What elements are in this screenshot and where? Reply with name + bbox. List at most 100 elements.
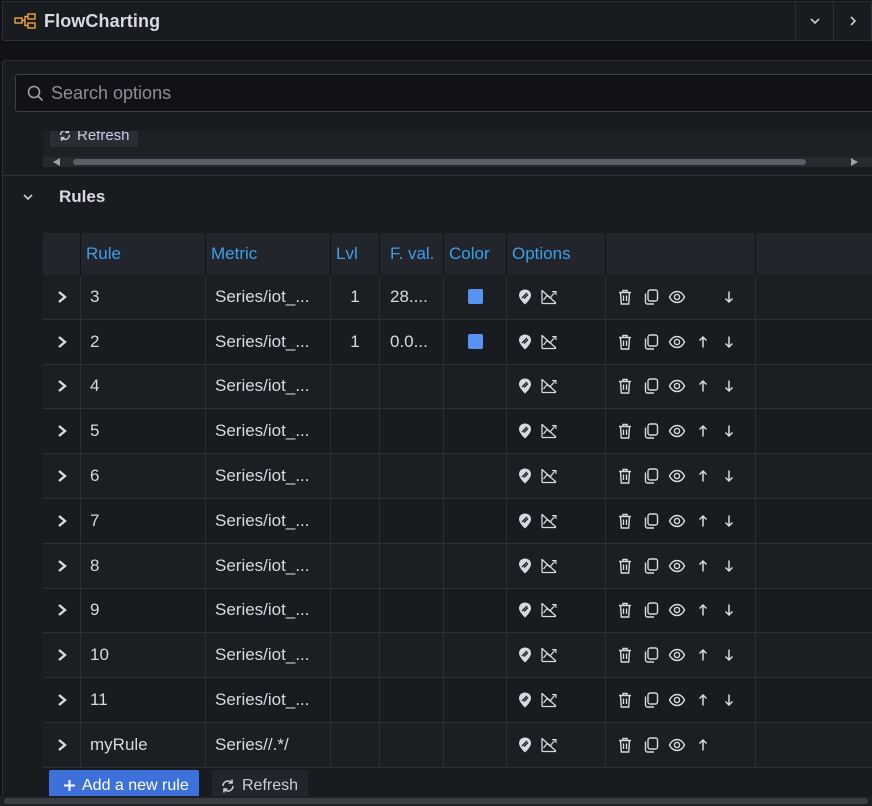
arrow-up-icon[interactable] xyxy=(696,648,710,662)
arrow-up-icon[interactable] xyxy=(696,559,710,573)
eye-icon[interactable] xyxy=(668,691,686,709)
copy-icon[interactable] xyxy=(642,467,660,485)
arrow-up-icon[interactable] xyxy=(696,379,710,393)
chart-off-icon[interactable] xyxy=(540,557,558,575)
table-row[interactable]: 2 Series/iot_... 1 0.0... xyxy=(43,319,872,365)
map-marker-icon[interactable] xyxy=(516,467,534,485)
expand-row-button[interactable] xyxy=(43,275,81,319)
map-marker-icon[interactable] xyxy=(516,691,534,709)
arrow-down-icon[interactable] xyxy=(722,648,736,662)
copy-icon[interactable] xyxy=(642,736,660,754)
arrow-up-icon[interactable] xyxy=(696,693,710,707)
expand-row-button[interactable] xyxy=(43,409,81,454)
chart-off-icon[interactable] xyxy=(540,691,558,709)
map-marker-icon[interactable] xyxy=(516,601,534,619)
arrow-up-icon[interactable] xyxy=(696,469,710,483)
trash-icon[interactable] xyxy=(616,377,634,395)
arrow-down-icon[interactable] xyxy=(722,379,736,393)
arrow-up-icon[interactable] xyxy=(696,335,710,349)
eye-icon[interactable] xyxy=(668,333,686,351)
table-row[interactable]: myRule Series//.*/ xyxy=(43,722,872,768)
column-header-lvl[interactable]: Lvl xyxy=(331,233,380,275)
arrow-down-icon[interactable] xyxy=(722,424,736,438)
chart-off-icon[interactable] xyxy=(540,377,558,395)
eye-icon[interactable] xyxy=(668,467,686,485)
trash-icon[interactable] xyxy=(616,333,634,351)
map-marker-icon[interactable] xyxy=(516,557,534,575)
table-row[interactable]: 9 Series/iot_... xyxy=(43,588,872,634)
arrow-up-icon[interactable] xyxy=(696,424,710,438)
chart-off-icon[interactable] xyxy=(540,646,558,664)
arrow-up-icon[interactable] xyxy=(696,514,710,528)
trash-icon[interactable] xyxy=(616,736,634,754)
bottom-horizontal-scrollbar[interactable] xyxy=(0,796,872,806)
chart-off-icon[interactable] xyxy=(540,333,558,351)
chart-off-icon[interactable] xyxy=(540,736,558,754)
eye-icon[interactable] xyxy=(668,422,686,440)
expand-row-button[interactable] xyxy=(43,543,81,588)
eye-icon[interactable] xyxy=(668,601,686,619)
copy-icon[interactable] xyxy=(642,512,660,530)
horizontal-scrollbar[interactable] xyxy=(43,157,872,167)
copy-icon[interactable] xyxy=(642,288,660,306)
scrollbar-thumb[interactable] xyxy=(73,159,806,165)
chart-off-icon[interactable] xyxy=(540,512,558,530)
table-row[interactable]: 7 Series/iot_... xyxy=(43,498,872,544)
arrow-down-icon[interactable] xyxy=(722,469,736,483)
column-header-rule[interactable]: Rule xyxy=(81,233,206,275)
copy-icon[interactable] xyxy=(642,557,660,575)
copy-icon[interactable] xyxy=(642,422,660,440)
eye-icon[interactable] xyxy=(668,736,686,754)
arrow-down-icon[interactable] xyxy=(722,603,736,617)
map-marker-icon[interactable] xyxy=(516,288,534,306)
expand-row-button[interactable] xyxy=(43,319,81,364)
copy-icon[interactable] xyxy=(642,691,660,709)
rules-section-header[interactable]: Rules xyxy=(21,187,105,207)
trash-icon[interactable] xyxy=(616,557,634,575)
arrow-down-icon[interactable] xyxy=(722,514,736,528)
map-marker-icon[interactable] xyxy=(516,736,534,754)
search-options-input[interactable] xyxy=(51,82,751,104)
eye-icon[interactable] xyxy=(668,377,686,395)
table-row[interactable]: 8 Series/iot_... xyxy=(43,543,872,589)
chart-off-icon[interactable] xyxy=(540,601,558,619)
table-row[interactable]: 6 Series/iot_... xyxy=(43,454,872,499)
trash-icon[interactable] xyxy=(616,467,634,485)
table-row[interactable]: 10 Series/iot_... xyxy=(43,633,872,679)
arrow-down-icon[interactable] xyxy=(722,290,736,304)
previous-refresh-button[interactable]: Refresh xyxy=(50,131,138,147)
arrow-down-icon[interactable] xyxy=(722,693,736,707)
scroll-right-arrow-icon[interactable] xyxy=(851,158,858,166)
visualization-picker-button[interactable] xyxy=(795,1,833,41)
eye-icon[interactable] xyxy=(668,557,686,575)
chart-off-icon[interactable] xyxy=(540,288,558,306)
chart-off-icon[interactable] xyxy=(540,467,558,485)
copy-icon[interactable] xyxy=(642,377,660,395)
trash-icon[interactable] xyxy=(616,601,634,619)
arrow-up-icon[interactable] xyxy=(696,603,710,617)
eye-icon[interactable] xyxy=(668,288,686,306)
trash-icon[interactable] xyxy=(616,691,634,709)
map-marker-icon[interactable] xyxy=(516,646,534,664)
copy-icon[interactable] xyxy=(642,646,660,664)
trash-icon[interactable] xyxy=(616,512,634,530)
trash-icon[interactable] xyxy=(616,288,634,306)
arrow-down-icon[interactable] xyxy=(722,335,736,349)
expand-row-button[interactable] xyxy=(43,722,81,767)
copy-icon[interactable] xyxy=(642,601,660,619)
trash-icon[interactable] xyxy=(616,422,634,440)
expand-row-button[interactable] xyxy=(43,454,81,498)
map-marker-icon[interactable] xyxy=(516,377,534,395)
expand-row-button[interactable] xyxy=(43,633,81,678)
column-header-options[interactable]: Options xyxy=(507,233,606,275)
column-header-color[interactable]: Color xyxy=(444,233,507,275)
table-row[interactable]: 3 Series/iot_... 1 28.... xyxy=(43,275,872,320)
map-marker-icon[interactable] xyxy=(516,422,534,440)
eye-icon[interactable] xyxy=(668,512,686,530)
expand-row-button[interactable] xyxy=(43,364,81,409)
table-row[interactable]: 11 Series/iot_... xyxy=(43,678,872,723)
copy-icon[interactable] xyxy=(642,333,660,351)
expand-row-button[interactable] xyxy=(43,678,81,722)
map-marker-icon[interactable] xyxy=(516,512,534,530)
table-row[interactable]: 5 Series/iot_... xyxy=(43,409,872,455)
